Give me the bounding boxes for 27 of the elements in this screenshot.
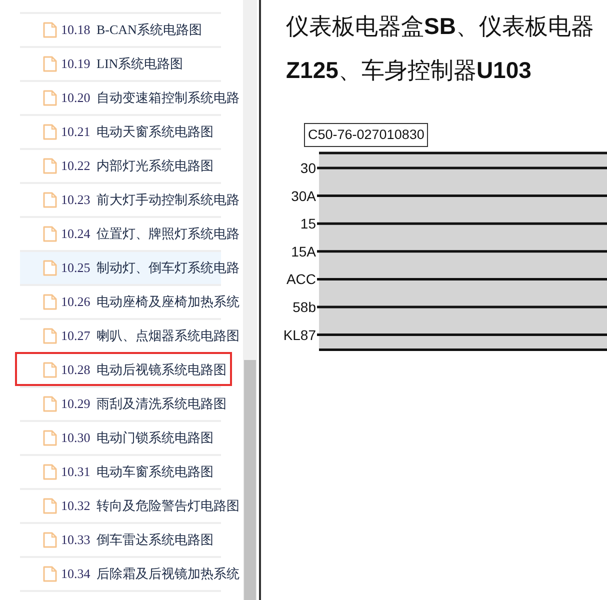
file-icon: [43, 362, 57, 378]
file-icon: [43, 464, 57, 480]
pin-label: 30A: [291, 188, 316, 204]
file-icon: [43, 430, 57, 446]
file-icon: [43, 396, 57, 412]
pin-label: 15: [300, 216, 316, 232]
file-icon: [43, 226, 57, 242]
file-icon: [43, 498, 57, 514]
pin-label: 58b: [292, 299, 316, 315]
pin-label: ACC: [286, 271, 316, 288]
document-title: 仪表板电器盒SB、仪表板电器 Z125、车身控制器U103: [285, 12, 595, 85]
file-icon: [43, 294, 57, 310]
file-icon: [43, 532, 57, 548]
connector-label: C50-76-027010830: [304, 123, 428, 147]
pin-label: 15A: [291, 243, 316, 260]
file-icon: [43, 56, 57, 72]
file-icon: [43, 158, 57, 174]
file-icon: [43, 22, 57, 38]
file-icon: [43, 90, 57, 106]
file-icon: [43, 192, 57, 208]
pin-label: 30: [300, 160, 316, 176]
file-icon: [43, 328, 57, 344]
pin-label: KL87: [283, 326, 316, 343]
file-icon: [43, 566, 57, 582]
scrollbar-thumb[interactable]: [244, 360, 256, 600]
file-icon: [43, 260, 57, 276]
file-icon: [43, 124, 57, 140]
